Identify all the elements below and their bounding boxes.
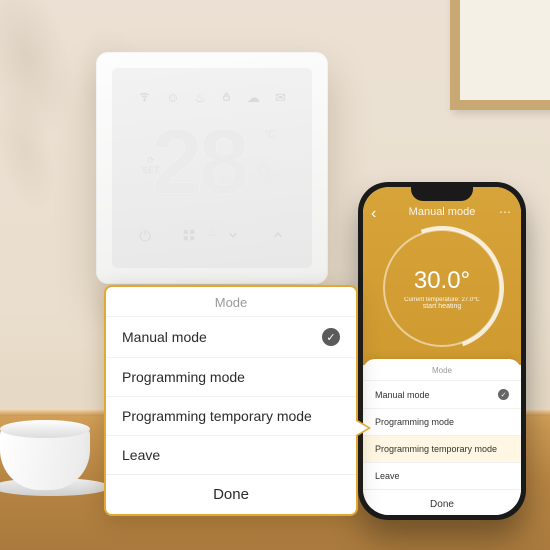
sheet-header: Mode bbox=[363, 359, 521, 380]
temperature-dial[interactable]: 30.0° Current temperature: 27.0℃ start h… bbox=[383, 229, 501, 347]
phone-notch bbox=[411, 187, 473, 201]
callout-option-programming-temporary[interactable]: Programming temporary mode bbox=[106, 396, 356, 435]
dial-status: start heating bbox=[423, 303, 462, 310]
coffee-cup bbox=[0, 400, 110, 490]
more-button[interactable]: ⋯ bbox=[499, 205, 511, 219]
sheet-option-leave[interactable]: Leave bbox=[363, 462, 521, 489]
app-title: Manual mode bbox=[363, 206, 521, 218]
option-label: Manual mode bbox=[375, 390, 430, 400]
sheet-option-programming[interactable]: Programming mode bbox=[363, 408, 521, 435]
phone-screen: ‹ Manual mode ⋯ 30.0° Current temperatur… bbox=[363, 187, 521, 515]
callout-arrow-icon bbox=[356, 419, 371, 437]
wifi-icon bbox=[138, 90, 151, 106]
cloud-icon: ☁ bbox=[247, 90, 260, 106]
thermostat-device: ☺ ♨ ☁ ✉ ⟳SET ℃ 28 .9 ♨ ⏻ bbox=[96, 52, 328, 284]
face-icon: ☺ bbox=[166, 90, 179, 106]
dial-temp: 30.0° bbox=[414, 267, 470, 295]
picture-frame bbox=[450, 0, 550, 110]
sheet-done-button[interactable]: Done bbox=[363, 489, 521, 515]
mode-sheet: Mode Manual mode ✓ Programming mode Prog… bbox=[363, 359, 521, 515]
option-label: Programming temporary mode bbox=[122, 408, 312, 424]
sheet-option-programming-temporary[interactable]: Programming temporary mode bbox=[363, 435, 521, 462]
thermostat-screen: ☺ ♨ ☁ ✉ ⟳SET ℃ 28 .9 ♨ ⏻ bbox=[112, 68, 312, 268]
callout-header: Mode bbox=[106, 287, 356, 316]
sheet-option-manual[interactable]: Manual mode ✓ bbox=[363, 380, 521, 408]
check-icon: ✓ bbox=[498, 389, 509, 400]
thermostat-status-icons: ☺ ♨ ☁ ✉ bbox=[112, 90, 312, 106]
power-button[interactable]: ⏻ bbox=[139, 228, 151, 246]
lock-icon bbox=[221, 90, 232, 106]
temp-decimal: .9 bbox=[248, 158, 273, 192]
phone-device: ‹ Manual mode ⋯ 30.0° Current temperatur… bbox=[358, 182, 526, 520]
mode-button[interactable] bbox=[182, 228, 196, 246]
option-label: Programming mode bbox=[375, 417, 454, 427]
down-button[interactable] bbox=[226, 228, 240, 246]
temp-main: 28 bbox=[151, 126, 245, 200]
option-label: Programming mode bbox=[122, 369, 245, 385]
check-icon: ✓ bbox=[322, 328, 340, 346]
option-label: Manual mode bbox=[122, 329, 207, 345]
up-button[interactable] bbox=[271, 228, 285, 246]
flame-icon: ♨ bbox=[194, 90, 206, 106]
option-label: Leave bbox=[122, 447, 160, 463]
chat-icon: ✉ bbox=[275, 90, 286, 106]
callout-option-leave[interactable]: Leave bbox=[106, 435, 356, 474]
callout-done-button[interactable]: Done bbox=[106, 474, 356, 514]
thermostat-controls: ⏻ bbox=[112, 228, 312, 246]
callout-option-manual[interactable]: Manual mode ✓ bbox=[106, 316, 356, 357]
temperature-display: 28 .9 bbox=[112, 126, 312, 200]
dial-current: Current temperature: 27.0℃ bbox=[404, 296, 480, 303]
option-label: Programming temporary mode bbox=[375, 444, 497, 454]
mode-picker-callout: Mode Manual mode ✓ Programming mode Prog… bbox=[104, 285, 358, 516]
option-label: Leave bbox=[375, 471, 400, 481]
app-header: ‹ Manual mode ⋯ 30.0° Current temperatur… bbox=[363, 187, 521, 365]
callout-option-programming[interactable]: Programming mode bbox=[106, 357, 356, 396]
